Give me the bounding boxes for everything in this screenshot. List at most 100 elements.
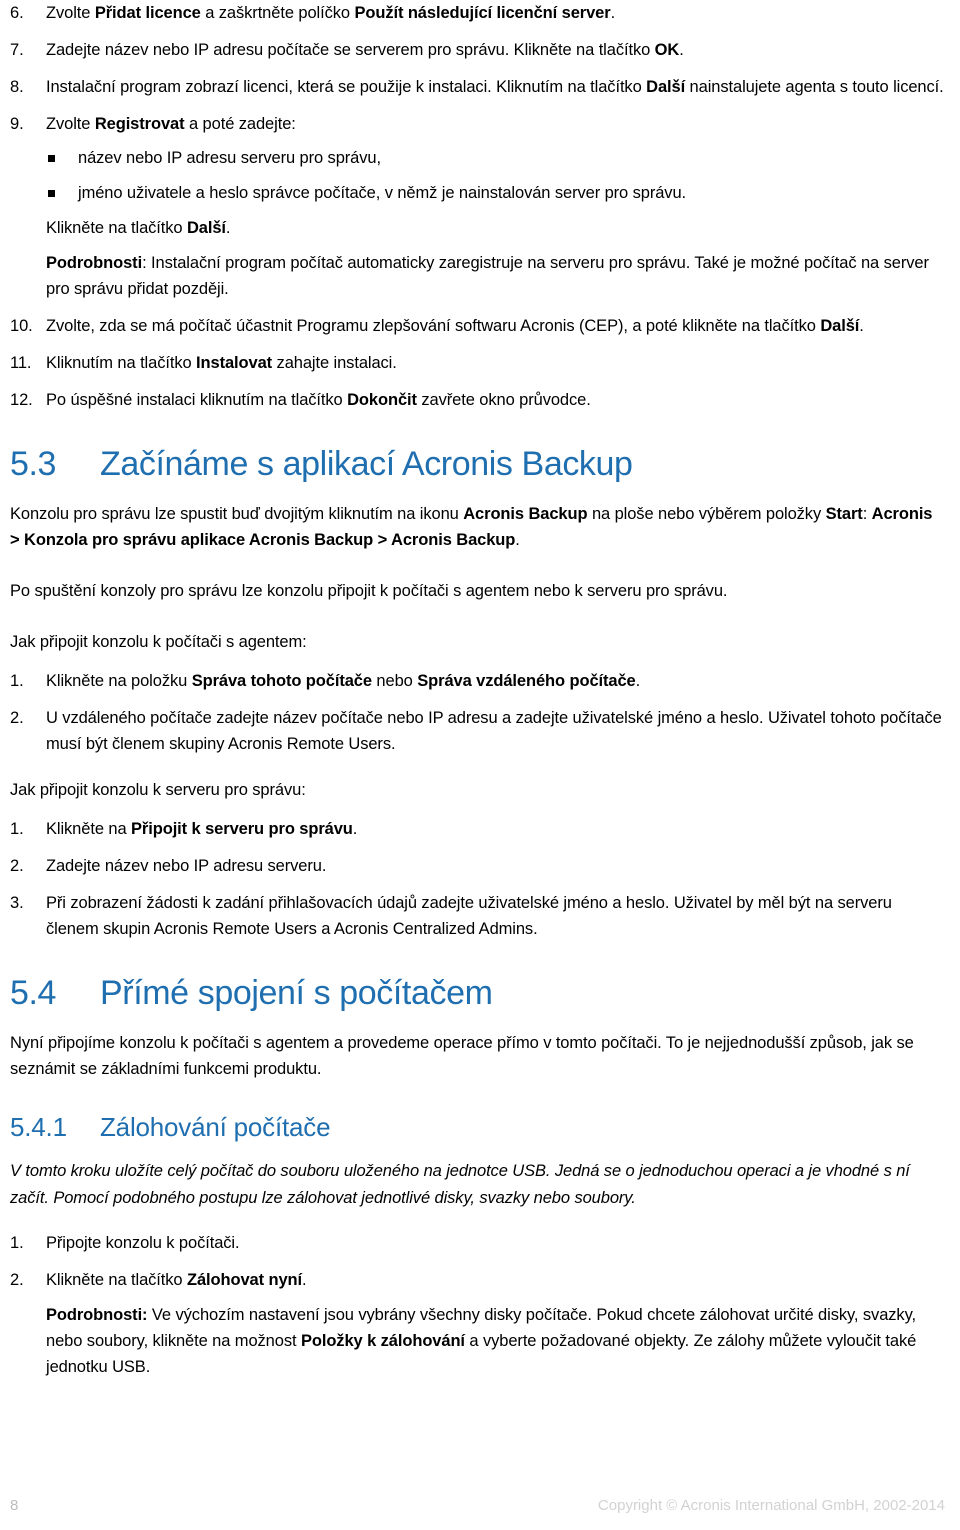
bullet-list-item-text: jméno uživatele a heslo správce počítače… xyxy=(78,184,687,202)
list-item: 1. Klikněte na položku Správa tohoto počí… xyxy=(10,668,945,694)
heading-title-5-4-1: Zálohování počítače xyxy=(100,1112,331,1142)
s53-p1-run-6: . xyxy=(515,531,520,549)
bullet-list-item: jméno uživatele a heslo správce počítače… xyxy=(46,180,945,206)
list-item-text: Zadejte název nebo IP adresu počítače se… xyxy=(46,41,684,59)
install-step-1-run-1: Instalovat xyxy=(196,354,273,372)
list-item-details: Podrobnosti: Ve výchozím nastavení jsou … xyxy=(46,1302,945,1380)
install-step-0-run-3: Použít následující licenční server xyxy=(354,4,611,22)
subheading-connect-agent: Jak připojit konzolu k počítači s agente… xyxy=(10,633,307,651)
backup-step-1-details-run-0: Podrobnosti: xyxy=(46,1306,148,1324)
section-5-4-1-intro: V tomto kroku uložíte celý počítač do so… xyxy=(10,1162,910,1207)
install-step-2-run-1: Dokončit xyxy=(347,391,417,409)
list-item: 7. Zadejte název nebo IP adresu počítače … xyxy=(10,37,945,63)
list-item-number: 3. xyxy=(10,894,24,912)
list-item-text: Připojte konzolu k počítači. xyxy=(46,1234,240,1252)
list-item-number: 2. xyxy=(10,709,24,727)
list-item-number: 2. xyxy=(10,1271,24,1289)
backup-step-0-run-0: Připojte konzolu k počítači. xyxy=(46,1234,240,1252)
list-item-text: Zadejte název nebo IP adresu serveru. xyxy=(46,857,326,875)
step9-lead-run-0: Zvolte xyxy=(46,115,95,133)
list-item-number: 9. xyxy=(10,115,24,133)
install-steps-list-10-12: 10. Zvolte, zda se má počítač účastnit Pr… xyxy=(10,313,945,413)
list-item: 6. Zvolte Přidat licence a zaškrtněte pol… xyxy=(10,0,945,26)
agent-step-0-run-0: Klikněte na položku xyxy=(46,672,192,690)
install-step-0-run-1: Další xyxy=(820,317,860,335)
list-item: 3. Při zobrazení žádosti k zadání přihlaš… xyxy=(10,890,945,942)
list-item-text: Zvolte Přidat licence a zaškrtněte políč… xyxy=(46,4,615,22)
square-bullet-icon xyxy=(48,190,55,197)
install-step-0-run-0: Zvolte xyxy=(46,4,95,22)
step9-lead-run-1: Registrovat xyxy=(94,115,185,133)
heading-section-5-3: 5.3 Začínáme s aplikací Acronis Backup xyxy=(10,443,945,485)
list-item-number: 6. xyxy=(10,4,24,22)
s53-p1-run-2: na ploše nebo výběrem položky xyxy=(587,505,826,523)
list-item-text: U vzdáleného počítače zadejte název počí… xyxy=(46,709,942,753)
list-item-text: Zvolte, zda se má počítač účastnit Progr… xyxy=(46,317,864,335)
list-item-number: 8. xyxy=(10,78,24,96)
s53-p1-run-4: : xyxy=(862,505,872,523)
install-step-0-run-1: Přidat licence xyxy=(94,4,201,22)
list-item: 8. Instalační program zobrazí licenci, kt… xyxy=(10,74,945,100)
list-item-number: 7. xyxy=(10,41,24,59)
list-item-number: 1. xyxy=(10,820,24,838)
list-item-text: Při zobrazení žádosti k zadání přihlašov… xyxy=(46,894,892,938)
list-item: 2. Zadejte název nebo IP adresu serveru. xyxy=(10,853,945,879)
list-item-number: 2. xyxy=(10,857,24,875)
footer-page-number: 8 xyxy=(10,1497,19,1514)
bullet-list-item-text: název nebo IP adresu serveru pro správu, xyxy=(78,149,381,167)
install-step-0-run-2: a zaškrtněte políčko xyxy=(200,4,355,22)
list-item: 11. Kliknutím na tlačítko Instalovat zaha… xyxy=(10,350,945,376)
s53-p1-run-1: Acronis Backup xyxy=(463,505,588,523)
list-item: 1. Klikněte na Připojit k serveru pro spr… xyxy=(10,816,945,842)
list-item-text: Zvolte Registrovat a poté zadejte: xyxy=(46,115,296,133)
heading-number-5-4: 5.4 xyxy=(10,974,57,1012)
list-item-number: 11. xyxy=(10,354,32,372)
step9-bullet-list: název nebo IP adresu serveru pro správu,… xyxy=(46,145,945,206)
step9-details-run-1: : Instalační program počítač automaticky… xyxy=(46,254,929,298)
list-item-number: 12. xyxy=(10,391,33,409)
install-step-0-run-4: . xyxy=(610,4,616,22)
server-step-2-run-0: Při zobrazení žádosti k zadání přihlašov… xyxy=(46,894,892,938)
heading-section-5-4-1: 5.4.1 Zálohování počítače xyxy=(10,1110,945,1144)
section-5-3-paragraph-1: Konzolu pro správu lze spustit buď dvoji… xyxy=(10,501,945,553)
step9-after-run-0: Klikněte na tlačítko xyxy=(46,219,187,237)
section-5-4-paragraph-1: Nyní připojíme konzolu k počítači s agen… xyxy=(10,1034,914,1078)
step9-lead-run-2: a poté zadejte: xyxy=(184,115,296,133)
list-item-text: Po úspěšné instalaci kliknutím na tlačít… xyxy=(46,391,591,409)
heading-title-5-4: Přímé spojení s počítačem xyxy=(100,974,493,1012)
heading-number-5-4-1: 5.4.1 xyxy=(10,1112,67,1142)
server-step-0-run-2: . xyxy=(352,820,358,838)
s53-p1-run-3: Start xyxy=(825,505,863,523)
list-item: 1. Připojte konzolu k počítači. xyxy=(10,1230,945,1256)
heading-section-5-4: 5.4 Přímé spojení s počítačem xyxy=(10,972,945,1014)
agent-step-0-run-2: nebo xyxy=(371,672,418,690)
list-item-text: Klikněte na Připojit k serveru pro správ… xyxy=(46,820,357,838)
list-item-text: Klikněte na položku Správa tohoto počíta… xyxy=(46,672,640,690)
square-bullet-icon xyxy=(48,155,55,162)
install-step-9: 9. Zvolte Registrovat a poté zadejte: náze… xyxy=(10,111,945,302)
page-footer: 8 Copyright © Acronis International GmbH… xyxy=(10,1497,945,1514)
backup-steps: 1. Připojte konzolu k počítači. 2. Klikněte… xyxy=(10,1230,945,1380)
install-step-1-run-1: OK xyxy=(654,41,680,59)
step9-details-run-0: Podrobnosti xyxy=(46,254,143,272)
step9-after-text: Klikněte na tlačítko Další. xyxy=(46,215,945,241)
install-step-1-run-2: . xyxy=(679,41,684,59)
backup-step-1-details-run-2: Položky k zálohování xyxy=(300,1332,465,1350)
agent-step-0-run-1: Správa tohoto počítače xyxy=(191,672,372,690)
s53-p1-run-0: Konzolu pro správu lze spustit buď dvoji… xyxy=(10,505,464,523)
install-step-2-run-0: Po úspěšné instalaci kliknutím na tlačít… xyxy=(46,391,348,409)
step9-after-run-2: . xyxy=(225,219,231,237)
bullet-list-item: název nebo IP adresu serveru pro správu, xyxy=(46,145,945,171)
heading-title-5-3: Začínáme s aplikací Acronis Backup xyxy=(100,445,633,483)
agent-connect-steps: 1. Klikněte na položku Správa tohoto počí… xyxy=(10,668,945,757)
install-step-2-run-1: Další xyxy=(646,78,686,96)
server-connect-steps: 1. Klikněte na Připojit k serveru pro spr… xyxy=(10,816,945,942)
install-step-2-run-2: zavřete okno průvodce. xyxy=(416,391,591,409)
list-item-number: 1. xyxy=(10,672,24,690)
install-step-2-run-0: Instalační program zobrazí licenci, kter… xyxy=(46,78,647,96)
server-step-1-run-0: Zadejte název nebo IP adresu serveru. xyxy=(46,857,327,875)
backup-step-1-run-1: Zálohovat nyní xyxy=(186,1271,303,1289)
